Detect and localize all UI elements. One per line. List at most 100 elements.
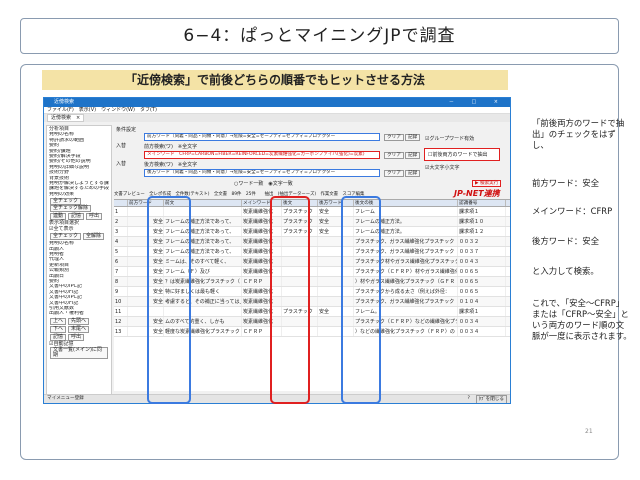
table-cell: ミームは、そのすべて軽く、 [164, 257, 242, 266]
table-row[interactable]: 5 安全 フレームの補正方法であって、 炭素繊維強化 プラスチック、ガラス繊維強化プラス… [114, 247, 510, 257]
table-cell: 炭素繊維強化 [242, 237, 282, 246]
table-cell: ＣＦＲＰ [242, 327, 282, 336]
table-row[interactable]: 7 安全 フレーム（Ｆ）及び 炭素繊維強化 プラスチック（ＣＦＲＰ）材やガラス繊維強化 ０… [114, 267, 510, 277]
front-clear-button[interactable]: クリア [384, 134, 404, 141]
table-cell: フレームの補正方法であって、 [164, 227, 242, 236]
table-cell [318, 257, 354, 266]
table-cell: 13 [114, 327, 128, 336]
case-checkbox[interactable]: ☑大文字小文字 [425, 164, 460, 171]
move-up-button[interactable]: 上へ [50, 317, 67, 325]
main-clear-button[interactable]: クリア [384, 152, 404, 159]
table-cell [282, 297, 318, 306]
move-down-button[interactable]: 下へ [50, 325, 67, 333]
table-cell: プラスチック（ＣＦＲＰ）材やガラス繊維強化 [355, 267, 458, 276]
table-cell: フレームの補正方法であって、 [164, 247, 242, 256]
table-cell: ００３７ [458, 247, 506, 256]
main-register-button[interactable]: 記録 [405, 152, 421, 159]
table-cell: 炭素繊維強化 [242, 287, 282, 296]
table-row[interactable]: 2 安全 フレームの補正方法であって、 炭素繊維強化 プラスチック 安全 フレームの補正方法… [114, 217, 510, 227]
table-row[interactable]: 10 安全 考慮すると、その補正に当っては上 炭素繊維強化 プラスチック、ガラス繊維強化… [114, 297, 510, 307]
table-cell: 炭素繊維強化 [242, 317, 282, 326]
move-top-button[interactable]: 先頭へ [68, 317, 90, 325]
show-all-checkbox[interactable]: ☑全て表示 [49, 226, 109, 232]
analysis-item[interactable]: 発明の効果 [49, 192, 109, 197]
help-icon[interactable]: ? [468, 395, 470, 403]
load-button[interactable]: 呼出 [86, 213, 103, 221]
table-cell: 10 [114, 297, 128, 306]
table-cell: ）材やガラス繊維強化プラスチック（ＧＦＲ [354, 277, 458, 286]
both-words-checkbox[interactable]: ☐前後両方のワードで抽出 [424, 148, 500, 161]
table-cell [282, 247, 318, 256]
grid-toolbar[interactable]: 文書プレビュー 全レポ作成 全件数(テキスト) 全文書 89件 25件 抽出 (… [114, 191, 419, 197]
column-header[interactable]: 前方ワード [128, 200, 164, 206]
tab-neighbor-search[interactable]: 近傍検索 × [47, 114, 85, 122]
run-search-button[interactable]: ▶ 検索実行 [472, 180, 502, 187]
table-row[interactable]: 9 安全 特に好ましくは最も軽く 炭素繊維強化 プラスチックから成る太さ（例えば外径： ０… [114, 287, 510, 297]
table-cell [318, 327, 354, 336]
column-header[interactable]: メインワード [242, 200, 282, 206]
table-cell: 7 [114, 267, 128, 276]
table-cell [318, 277, 354, 286]
table-cell [318, 267, 354, 276]
table-row[interactable]: 6 安全 ミームは、そのすべて軽く、 炭素繊維強化 プラスチック材やガラス繊維強化プラス… [114, 257, 510, 267]
table-row[interactable]: 12 安全 ムのすべて的重く、しかも 炭素繊維強化 プラスチック（ＣＦＲＰ）などの繊維強… [114, 317, 510, 327]
table-cell: 安全 [128, 237, 164, 246]
table-cell: 5 [114, 247, 128, 256]
table-row[interactable]: 11 炭素繊維強化 プラスチック 安全 フレーム。 課求項１ [114, 307, 510, 317]
column-header[interactable]: 前文 [164, 200, 242, 206]
column-header[interactable] [114, 200, 128, 206]
column-header[interactable]: 後方ワード [318, 200, 354, 206]
table-cell: 安全 [128, 227, 164, 236]
status-left[interactable]: マイメニュー登録 [47, 396, 84, 401]
table-cell: 安全 [128, 297, 164, 306]
table-cell: 安全 [128, 257, 164, 266]
column-header[interactable]: 後文の後 [354, 200, 458, 206]
display-clear-all-button[interactable]: 全解除 [83, 233, 105, 241]
back-word-input[interactable]: 後方ワード（同義・同品・同類・同意）→危険=安全=セーフティ=セフティ=プロテク… [144, 169, 380, 177]
column-header[interactable]: 後文 [282, 200, 318, 206]
back-register-button[interactable]: 記録 [405, 170, 421, 177]
table-cell: ００４３ [458, 257, 506, 266]
table-cell [282, 287, 318, 296]
nav-save-button[interactable]: 記憶 [50, 333, 67, 341]
table-cell: プラスチック、ガラス繊維強化プラスチック [354, 247, 458, 256]
uncheck-all-button[interactable]: 全チェック解除 [50, 205, 92, 213]
display-check-all-button[interactable]: 全チェック [50, 233, 82, 241]
table-row[interactable]: 1 炭素繊維強化 プラスチック 安全 フレーム 課求項１ [114, 207, 510, 217]
table-row[interactable]: 3 安全 フレームの補正方法であって、 炭素繊維強化 プラスチック 安全 フレームの補正方法… [114, 227, 510, 237]
table-cell: ムのすべて的重く、しかも [164, 317, 242, 326]
back-clear-button[interactable]: クリア [384, 170, 404, 177]
table-cell: 炭素繊維強化 [242, 207, 282, 216]
table-cell: ００６５ [458, 277, 506, 286]
display-item[interactable]: 出願人・権利者 [49, 311, 109, 316]
table-cell: プラスチック材やガラス繊維強化プラスチック [355, 257, 458, 266]
table-cell: プラスチックから成る太さ（例えば外径： [354, 287, 458, 296]
nav-load-button[interactable]: 呼出 [68, 333, 85, 341]
column-header[interactable]: 認識番号 [458, 200, 506, 206]
swap-label-2: 入替 [116, 161, 127, 167]
table-cell: 炭素繊維強化 [242, 297, 282, 306]
page-number: 21 [585, 428, 593, 435]
window-controls[interactable]: － □ × [449, 98, 506, 107]
close-tab-button[interactable]: ﾀﾌﾞを閉じる [475, 395, 507, 403]
match-mode-radio[interactable]: ○ワード一致 ◉文字一致 [234, 180, 293, 187]
table-cell [164, 207, 242, 216]
group-word-checkbox[interactable]: ☑グループワード有効 [425, 135, 474, 142]
move-bottom-button[interactable]: 末尾へ [68, 325, 90, 333]
front-register-button[interactable]: 記録 [405, 134, 421, 141]
front-word-input[interactable]: 前方ワード（同義・同品・同類・同意）→危険=安全=セーフティ=セフティ=プロテク… [144, 133, 380, 141]
front-search-check[interactable]: 前方検索(ワ) ※全文字 [144, 143, 197, 150]
table-cell: 課求項１０ [458, 217, 506, 226]
menubar[interactable]: ファイル(F) 表示(V) ウィンドウ(W) タブ(T) [44, 107, 510, 114]
table-row[interactable]: 13 安全 軽度な炭素繊維強化プラスチック（ ＣＦＲＰ ）などの繊維強化プラスチック（Ｆ… [114, 327, 510, 337]
doc-list-sync-button[interactable]: 文書一覧(メイン)に同期 [50, 347, 108, 360]
table-cell: プラスチック [282, 207, 318, 216]
table-row[interactable]: 8 安全 ？は炭素繊維強化プラスチック（ ＣＦＲＰ ）材やガラス繊維強化プラスチック（Ｇ… [114, 277, 510, 287]
jp-net-brand[interactable]: JP-NET連携 [454, 188, 500, 199]
table-row[interactable]: 4 安全 フレームの補正方法であって、 炭素繊維強化 プラスチック、ガラス繊維強化プラス… [114, 237, 510, 247]
back-search-check[interactable]: 後方検索(ワ) ※全文字 [144, 161, 197, 168]
table-cell: 考慮すると、その補正に当っては上 [165, 297, 242, 306]
table-cell [128, 207, 164, 216]
main-word-input[interactable]: メインワード CFRP=CARBON=FIBER=REINFORCED=炭素繊維… [144, 151, 380, 159]
table-cell [128, 307, 164, 316]
